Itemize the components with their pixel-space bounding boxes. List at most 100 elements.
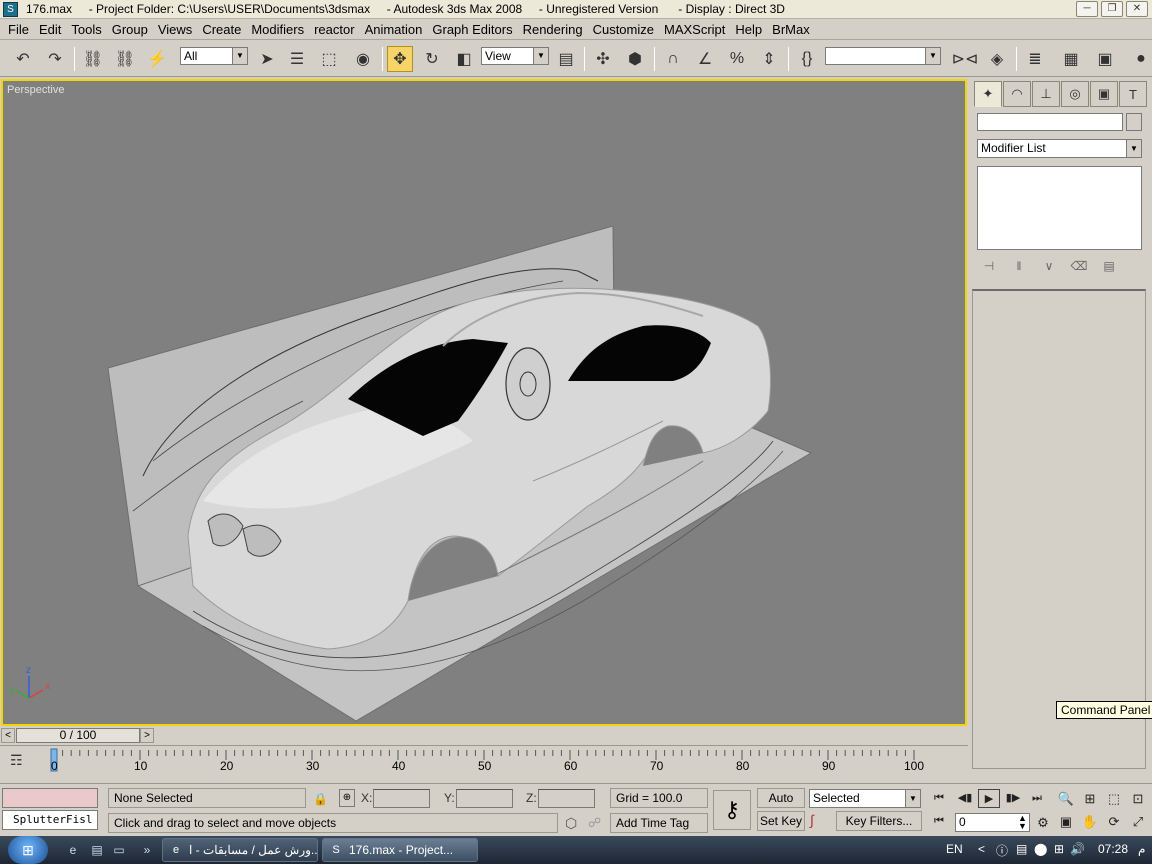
manipulate-icon[interactable]: ✣ [590,46,616,72]
menu-views[interactable]: Views [154,22,196,37]
volume-icon[interactable]: 🔊 [1070,842,1085,856]
arc-rotate-icon[interactable]: ⟳ [1104,812,1124,832]
menu-group[interactable]: Group [108,22,152,37]
display-tab-icon[interactable]: ▣ [1090,81,1118,107]
isolate-icon[interactable]: ⬡ [565,815,577,832]
track-bar[interactable]: ☶ 0 10 20 30 40 50 60 70 80 90 100 [0,745,968,775]
key-mode-select[interactable]: Selected ▼ [809,789,921,808]
frame-spinner-icon[interactable]: ▲ ▼ [1018,814,1027,831]
set-key-button[interactable]: Set Key [757,811,805,831]
selection-lock-icon[interactable]: 🔒 [313,792,328,806]
taskbar-item-3dsmax[interactable]: S 176.max - Project... [322,838,478,862]
selection-filter-select[interactable]: All ▼ [180,47,248,65]
ie-icon[interactable]: e [64,842,82,858]
modify-tab-icon[interactable]: ◠ [1003,81,1031,107]
menu-graph-editors[interactable]: Graph Editors [428,22,516,37]
maximize-viewport-icon[interactable]: ⤢ [1128,812,1148,832]
close-button[interactable]: ✕ [1126,1,1148,17]
explorer-icon[interactable]: ▤ [88,842,106,858]
edit-named-selection-icon[interactable]: {} [794,46,820,72]
key-filters-button[interactable]: Key Filters... [836,811,922,831]
key-mode-toggle-icon[interactable]: ⏮ [928,812,950,831]
keyboard-shortcut-override-icon[interactable]: ⬢ [622,46,648,72]
zoom-all-icon[interactable]: ⊞ [1080,789,1100,809]
snaps-toggle-icon[interactable]: ∩ [660,46,686,72]
material-editor-icon[interactable]: ● [1128,46,1152,72]
start-button-icon[interactable]: ⊞ [8,836,48,864]
menu-animation[interactable]: Animation [361,22,427,37]
set-keys-icon[interactable]: ⚷ [713,790,751,830]
unlink-selection-icon[interactable]: ⛓ [112,46,138,72]
play-icon[interactable]: ▶ [978,789,1000,808]
window-crossing-icon[interactable]: ◉ [350,46,376,72]
maxscript-listener-output[interactable] [2,788,98,808]
motion-tab-icon[interactable]: ◎ [1061,81,1089,107]
go-to-end-icon[interactable]: ⏭ [1026,789,1048,808]
utilities-tab-icon[interactable]: T [1119,81,1147,107]
auto-key-button[interactable]: Auto Key [757,788,805,823]
spinner-snap-icon[interactable]: ⇕ [756,46,782,72]
make-unique-icon[interactable]: ∨ [1036,259,1062,273]
clock-time[interactable]: 07:28 [1098,842,1128,856]
angle-snap-icon[interactable]: ∠ [692,46,718,72]
pan-view-icon[interactable]: ✋ [1080,812,1100,832]
menu-file[interactable]: File [4,22,33,37]
menu-create[interactable]: Create [198,22,245,37]
time-slider-prev[interactable]: < [1,728,15,743]
previous-frame-icon[interactable]: ◀▮ [954,789,976,808]
default-in-out-tangent-icon[interactable]: ∫ [810,812,814,828]
quicklaunch-more-icon[interactable]: » [138,842,156,858]
modifier-stack[interactable] [977,166,1142,250]
named-selection-select[interactable]: ▼ [825,47,941,65]
redo-icon[interactable]: ↷ [42,46,68,72]
field-of-view-icon[interactable]: ▣ [1056,812,1076,832]
network-icon[interactable]: ⊞ [1054,842,1064,856]
menu-tools[interactable]: Tools [67,22,105,37]
configure-modifier-sets-icon[interactable]: ▤ [1096,259,1122,273]
minimize-button[interactable]: ─ [1076,1,1098,17]
zoom-icon[interactable]: 🔍 [1056,789,1076,809]
undo-icon[interactable]: ↶ [10,46,36,72]
select-and-move-icon[interactable]: ✥ [387,46,413,72]
taskbar-item-browser[interactable]: e ورش عمل / مسابقات - ا... [162,838,318,862]
mirror-icon[interactable]: ⊳⊲ [952,46,979,72]
add-time-tag[interactable]: Add Time Tag [610,813,708,833]
rectangular-selection-icon[interactable]: ⬚ [316,46,342,72]
network-drive-icon[interactable]: ▤ [1016,842,1027,856]
remove-modifier-icon[interactable]: ⌫ [1066,259,1092,273]
tray-expand-icon[interactable]: < [978,842,985,856]
hierarchy-tab-icon[interactable]: ⊥ [1032,81,1060,107]
next-frame-icon[interactable]: ▮▶ [1002,789,1024,808]
modifier-list-select[interactable]: Modifier List ▼ [977,139,1142,158]
reference-coordinate-select[interactable]: View ▼ [481,47,549,65]
time-configuration-icon[interactable]: ⚙ [1033,813,1053,833]
select-and-rotate-icon[interactable]: ↻ [419,46,445,72]
menu-maxscript[interactable]: MAXScript [660,22,729,37]
3dsmax-app-icon[interactable]: S [3,2,18,17]
menu-help[interactable]: Help [731,22,766,37]
select-and-link-icon[interactable]: ⛓ [80,46,106,72]
go-to-start-icon[interactable]: ⏮ [928,789,950,808]
show-desktop-icon[interactable]: ▭ [110,842,128,858]
object-name-field[interactable] [977,113,1123,131]
pin-stack-icon[interactable]: ⊣ [976,259,1002,273]
select-by-name-icon[interactable]: ☰ [284,46,310,72]
bind-to-space-warp-icon[interactable]: ⚡ [144,46,170,72]
menu-edit[interactable]: Edit [35,22,65,37]
schematic-view-icon[interactable]: ▣ [1092,46,1118,72]
pivot-point-center-icon[interactable]: ▤ [553,46,579,72]
percent-snap-icon[interactable]: % [724,46,750,72]
zoom-extents-all-icon[interactable]: ⊡ [1128,789,1148,809]
security-icon[interactable]: ⬤ [1034,842,1047,856]
create-tab-icon[interactable]: ✦ [974,81,1002,107]
menu-reactor[interactable]: reactor [310,22,358,37]
maxscript-listener-input[interactable]: SplutterFisl [2,810,98,830]
language-indicator[interactable]: EN [946,842,963,856]
curve-editor-icon[interactable]: ▦ [1058,46,1084,72]
select-object-icon[interactable]: ➤ [254,46,280,72]
time-slider-next[interactable]: > [140,728,154,743]
menu-rendering[interactable]: Rendering [519,22,587,37]
align-icon[interactable]: ◈ [984,46,1010,72]
info-icon[interactable]: ⓘ [996,842,1008,859]
y-coordinate-field[interactable] [456,789,513,808]
